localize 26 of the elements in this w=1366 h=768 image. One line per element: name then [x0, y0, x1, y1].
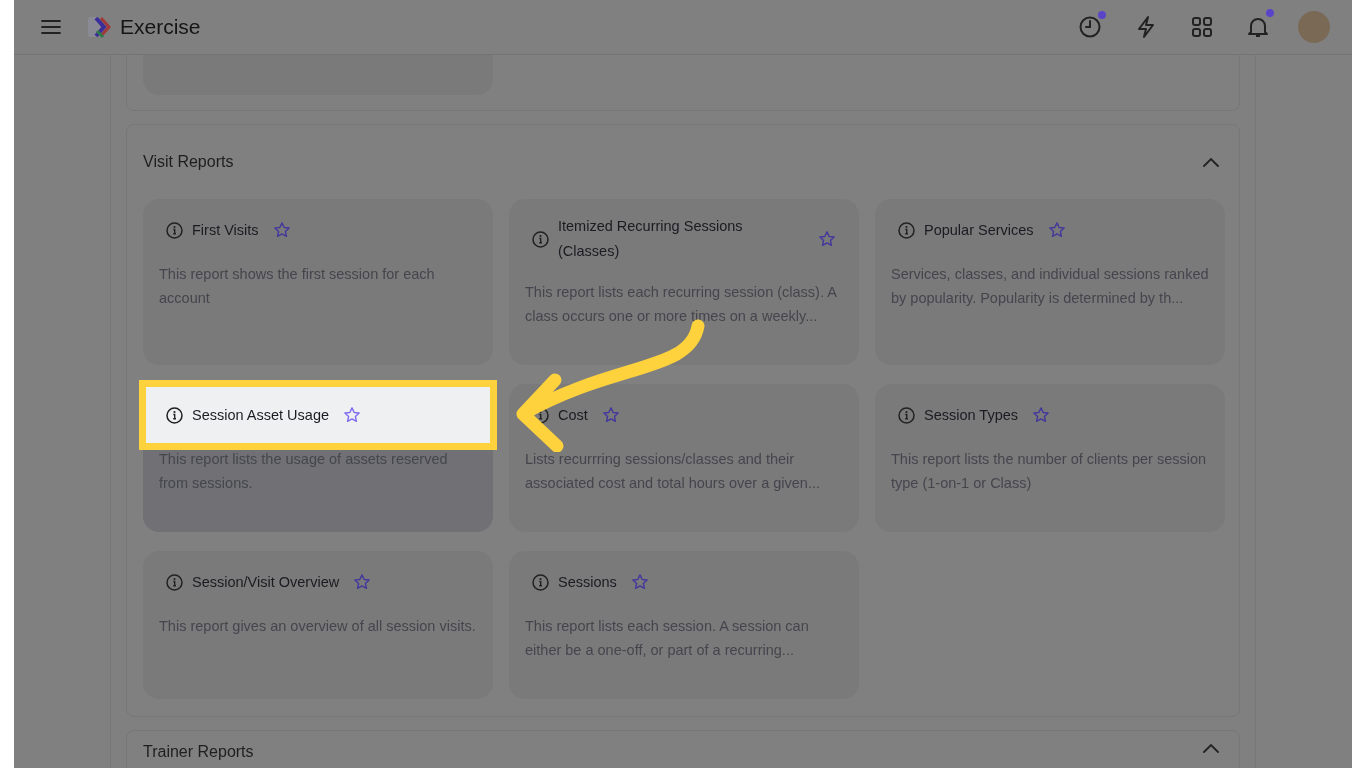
chevron-icon[interactable] [1203, 743, 1219, 753]
info-icon[interactable] [166, 406, 183, 424]
report-title: Session Types [924, 405, 1019, 425]
report-title: Session/Visit Overview [192, 572, 340, 592]
star-icon[interactable] [818, 230, 836, 248]
report-title: Itemized Recurring Sessions (Classes) [558, 217, 744, 261]
chevron-icon[interactable] [1203, 157, 1219, 167]
star-icon[interactable] [272, 221, 291, 239]
report-title: Sessions [558, 572, 617, 592]
star-icon[interactable] [1032, 406, 1051, 424]
star-icon[interactable] [353, 573, 372, 591]
clock-icon[interactable] [1078, 15, 1102, 39]
menu-icon[interactable] [41, 19, 61, 35]
star-icon[interactable] [630, 573, 649, 591]
section-title: Visit Reports [143, 153, 234, 171]
report-title: Cost [558, 405, 588, 425]
report-title: Popular Services [924, 220, 1034, 240]
notifications-bell-icon[interactable] [1247, 15, 1269, 39]
star-icon[interactable] [1047, 221, 1066, 239]
report-title: Session Asset Usage [192, 405, 330, 425]
star-icon[interactable] [343, 406, 362, 424]
app-name: Exercise [120, 15, 201, 39]
report-title: First Visits [192, 220, 259, 240]
star-icon[interactable] [601, 406, 620, 424]
logo-icon [88, 15, 112, 39]
section-title: Trainer Reports [143, 743, 254, 761]
